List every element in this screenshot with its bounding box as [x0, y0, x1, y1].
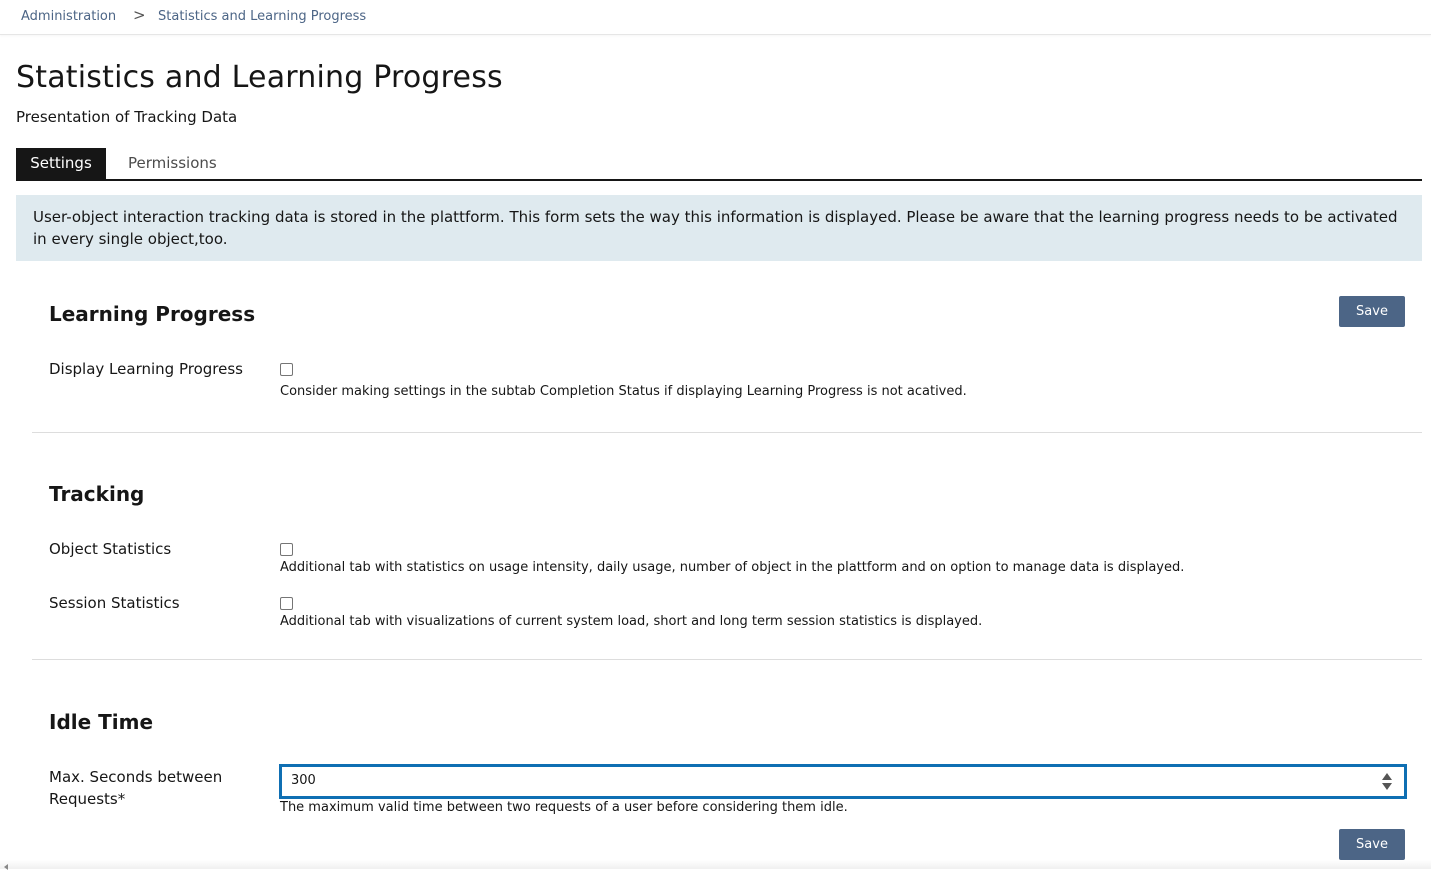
tab-permissions[interactable]: Permissions: [128, 148, 217, 179]
section-divider: [32, 659, 1422, 660]
checkbox-session-statistics[interactable]: [280, 597, 293, 610]
spinner-up-icon[interactable]: [1382, 773, 1392, 780]
checkbox-display-learning-progress[interactable]: [280, 363, 293, 376]
chevron-right-icon: >: [133, 6, 146, 24]
checkbox-object-statistics[interactable]: [280, 543, 293, 556]
section-divider: [32, 432, 1422, 433]
label-object-statistics: Object Statistics: [49, 540, 172, 558]
section-title-tracking: Tracking: [49, 482, 145, 506]
breadcrumb-item-statistics[interactable]: Statistics and Learning Progress: [158, 9, 366, 24]
save-button-top[interactable]: Save: [1339, 296, 1405, 327]
label-session-statistics: Session Statistics: [49, 594, 180, 612]
help-display-learning-progress: Consider making settings in the subtab C…: [280, 384, 967, 399]
section-title-idle-time: Idle Time: [49, 710, 154, 734]
max-seconds-value: 300: [291, 773, 316, 788]
horizontal-scrollbar[interactable]: [0, 860, 1431, 869]
label-max-seconds: Max. Seconds between Requests*: [49, 768, 223, 808]
save-button-bottom[interactable]: Save: [1339, 829, 1405, 860]
help-object-statistics: Additional tab with statistics on usage …: [280, 560, 1185, 575]
info-message: User-object interaction tracking data is…: [16, 195, 1422, 261]
max-seconds-input[interactable]: 300: [279, 764, 1407, 799]
number-spinner[interactable]: [1382, 771, 1392, 793]
page-subtitle: Presentation of Tracking Data: [16, 108, 238, 126]
section-title-learning-progress: Learning Progress: [49, 302, 256, 326]
tab-settings[interactable]: Settings: [16, 148, 106, 179]
help-max-seconds: The maximum valid time between two reque…: [280, 800, 848, 815]
scroll-left-icon[interactable]: [4, 864, 8, 870]
spinner-down-icon[interactable]: [1382, 783, 1392, 790]
breadcrumb: Administration > Statistics and Learning…: [0, 0, 1431, 35]
breadcrumb-item-administration[interactable]: Administration: [21, 9, 116, 24]
help-session-statistics: Additional tab with visualizations of cu…: [280, 614, 983, 629]
tab-bar: Settings Permissions: [16, 148, 1422, 181]
page-title: Statistics and Learning Progress: [16, 60, 503, 95]
label-display-learning-progress: Display Learning Progress: [49, 360, 243, 378]
